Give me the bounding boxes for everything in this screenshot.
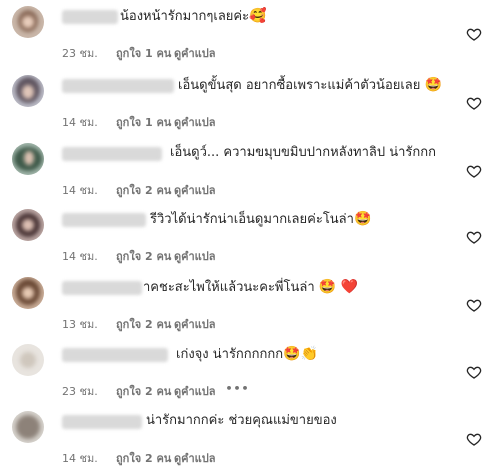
translate-link[interactable]: ดูคำแปล: [174, 382, 216, 400]
comment-time[interactable]: 14 ชม.: [62, 181, 116, 199]
comment-likes[interactable]: ถูกใจ 2 คน: [116, 247, 174, 265]
comment-item: nanthatanalley เก่งจุง น่ารักกกกกก🤩👏 23 …: [0, 344, 488, 404]
heart-icon[interactable]: [466, 229, 482, 245]
translate-link[interactable]: ดูคำแปล: [174, 315, 216, 333]
comment-meta: 23 ชม. ถูกใจ 2 คน ดูคำแปล •••: [62, 382, 250, 400]
heart-icon[interactable]: [466, 163, 482, 179]
comment-text: น้องหน้ารักมากๆเลยค่ะ: [120, 9, 250, 24]
comment-meta: 14 ชม. ถูกใจ 2 คน ดูคำแปล: [62, 247, 216, 265]
avatar[interactable]: [12, 6, 44, 38]
comment-likes[interactable]: ถูกใจ 1 คน: [116, 44, 174, 62]
heart-icon[interactable]: [466, 26, 482, 42]
comment-meta: 14 ชม. ถูกใจ 2 คน ดูคำแปล: [62, 449, 216, 467]
comment-item: michaugh าคชะสะไพให้แล้วนะคะพี่โนล่า 🤩 ❤…: [0, 277, 488, 337]
comment-text: รีวิวได้น่ารักน่าเอ็นดูมากเลยค่ะโนล่า: [150, 212, 354, 227]
comment-text-wrap: เก่งจุง น่ารักกกกกก🤩👏: [176, 345, 318, 364]
heart-icon[interactable]: [466, 431, 482, 447]
comment-text-wrap: เอ็นดูว์... ความขมุบขมิบปากหลังทาลิป น่า…: [170, 144, 436, 162]
comment-meta: 13 ชม. ถูกใจ 2 คน ดูคำแปล: [62, 315, 216, 333]
comment-text-wrap: เอ็นดูขั้นสุด อยากซื้อเพราะแม่ค้าตัวน้อย…: [178, 76, 442, 95]
comment-item: ladlyhongggg รีวิวได้น่ารักน่าเอ็นดูมากเ…: [0, 209, 488, 269]
comment-likes[interactable]: ถูกใจ 2 คน: [116, 181, 174, 199]
comment-text-wrap: น่ารักมากกค่ะ ช่วยคุณแม่ขายของ: [146, 412, 337, 430]
comment-text-wrap: าคชะสะไพให้แล้วนะคะพี่โนล่า 🤩 ❤️: [143, 278, 358, 297]
comment-time[interactable]: 14 ชม.: [62, 449, 116, 467]
translate-link[interactable]: ดูคำแปล: [174, 113, 216, 131]
translate-link[interactable]: ดูคำแปล: [174, 44, 216, 62]
avatar[interactable]: [12, 277, 44, 309]
heart-icon[interactable]: [466, 95, 482, 111]
comment-text: เอ็นดูว์... ความขมุบขมิบปากหลังทาลิป น่า…: [170, 145, 436, 160]
translate-link[interactable]: ดูคำแปล: [174, 449, 216, 467]
comment-text: าคชะสะไพให้แล้วนะคะพี่โนล่า: [143, 280, 315, 295]
comment-time[interactable]: 14 ชม.: [62, 247, 116, 265]
translate-link[interactable]: ดูคำแปล: [174, 181, 216, 199]
comment-username[interactable]: michaugh: [62, 281, 142, 295]
more-options-icon[interactable]: •••: [226, 382, 250, 400]
comment-item: phachi_buyboy เอ็นดูขั้นสุด อยากซื้อเพรา…: [0, 75, 488, 135]
comment-text: เก่งจุง น่ารักกกกกก: [176, 347, 284, 362]
comment-text-wrap: รีวิวได้น่ารักน่าเอ็นดูมากเลยค่ะโนล่า🤩: [150, 210, 371, 229]
comment-emoji: 🤩 ❤️: [318, 279, 359, 295]
comment-username[interactable]: phachi_buyboy: [62, 79, 174, 93]
comment-item: mebo_li น้องหน้ารักมากๆเลยค่ะ🥰 23 ชม. ถู…: [0, 6, 488, 66]
comment-username[interactable]: aoy_aum_1: [62, 415, 142, 429]
comment-emoji: 🤩: [353, 211, 372, 227]
comment-time[interactable]: 13 ชม.: [62, 315, 116, 333]
comment-text-wrap: น้องหน้ารักมากๆเลยค่ะ🥰: [120, 7, 267, 26]
comment-username[interactable]: nanthatanalley: [62, 348, 168, 362]
translate-link[interactable]: ดูคำแปล: [174, 247, 216, 265]
heart-icon[interactable]: [466, 364, 482, 380]
comment-emoji: 🥰: [249, 8, 267, 24]
comment-likes[interactable]: ถูกใจ 1 คน: [116, 113, 174, 131]
comment-username[interactable]: ladlyhongggg: [62, 213, 146, 227]
comment-time[interactable]: 14 ชม.: [62, 113, 116, 131]
comment-likes[interactable]: ถูกใจ 2 คน: [116, 315, 174, 333]
comment-meta: 14 ชม. ถูกใจ 1 คน ดูคำแปล: [62, 113, 216, 131]
avatar[interactable]: [12, 344, 44, 376]
comment-time[interactable]: 23 ชม.: [62, 44, 116, 62]
avatar[interactable]: [12, 411, 44, 443]
comment-item: snow_tipparat เอ็นดูว์... ความขมุบขมิบปา…: [0, 143, 488, 203]
avatar[interactable]: [12, 75, 44, 107]
heart-icon[interactable]: [466, 297, 482, 313]
comment-meta: 23 ชม. ถูกใจ 1 คน ดูคำแปล: [62, 44, 216, 62]
comment-username[interactable]: mebo_li: [62, 10, 118, 24]
comment-time[interactable]: 23 ชม.: [62, 382, 116, 400]
comment-meta: 14 ชม. ถูกใจ 2 คน ดูคำแปล: [62, 181, 216, 199]
avatar[interactable]: [12, 143, 44, 175]
avatar[interactable]: [12, 209, 44, 241]
comment-emoji: 🤩👏: [283, 346, 319, 362]
comment-likes[interactable]: ถูกใจ 2 คน: [116, 449, 174, 467]
comment-username[interactable]: snow_tipparat: [62, 147, 162, 161]
comment-text: เอ็นดูขั้นสุด อยากซื้อเพราะแม่ค้าตัวน้อย…: [178, 78, 421, 93]
comment-emoji: 🤩: [424, 77, 442, 93]
comment-likes[interactable]: ถูกใจ 2 คน: [116, 382, 174, 400]
comment-text: น่ารักมากกค่ะ ช่วยคุณแม่ขายของ: [146, 413, 337, 428]
comment-item: aoy_aum_1 น่ารักมากกค่ะ ช่วยคุณแม่ขายของ…: [0, 411, 488, 471]
